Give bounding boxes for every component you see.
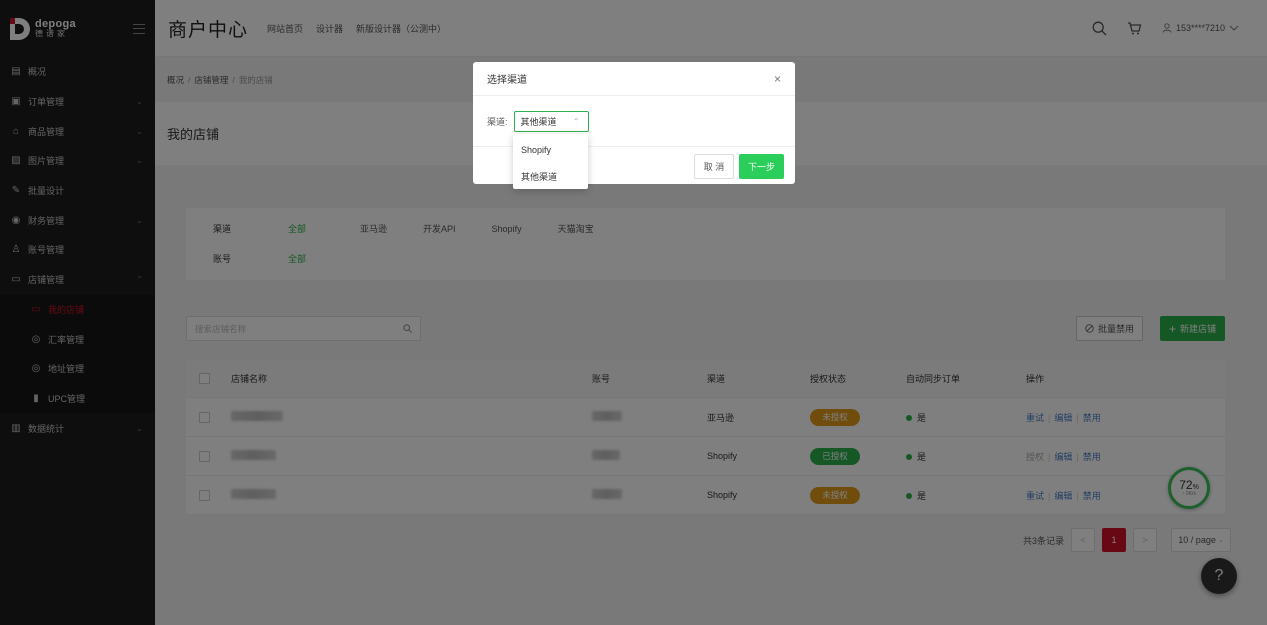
cancel-button[interactable]: 取 消 bbox=[694, 154, 734, 179]
channel-option-other[interactable]: 其他渠道 bbox=[513, 163, 588, 189]
chevron-up-icon: ⌃ bbox=[572, 116, 580, 126]
channel-dropdown: Shopify 其他渠道 bbox=[513, 134, 588, 189]
channel-field-label: 渠道: bbox=[487, 116, 508, 127]
channel-select-value: 其他渠道 bbox=[520, 116, 557, 127]
close-icon[interactable]: × bbox=[774, 72, 781, 86]
next-step-button[interactable]: 下一步 bbox=[739, 154, 784, 179]
modal-title: 选择渠道 bbox=[487, 75, 527, 86]
channel-option-shopify[interactable]: Shopify bbox=[513, 137, 588, 163]
channel-select[interactable]: 其他渠道 ⌃ bbox=[513, 110, 589, 132]
modal-header: 选择渠道 × bbox=[473, 62, 795, 96]
